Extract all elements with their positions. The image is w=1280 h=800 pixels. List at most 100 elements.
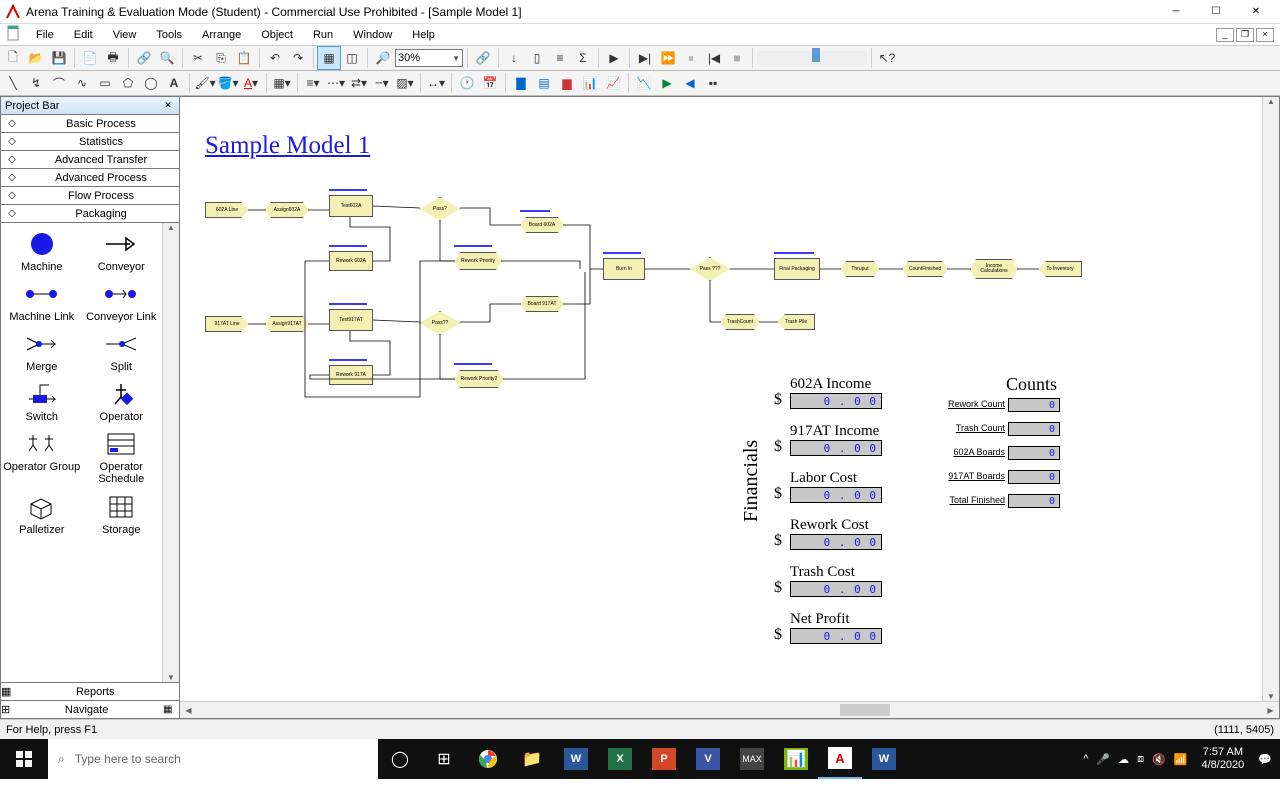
play-icon[interactable]: ▶	[603, 47, 625, 69]
taskbar-search[interactable]: ⌕Type here to search	[48, 739, 378, 779]
save-icon[interactable]: 💾	[48, 47, 70, 69]
bezier-icon[interactable]: ∿	[71, 72, 93, 94]
copy-icon[interactable]: ⎘	[210, 47, 232, 69]
powerpoint-icon[interactable]: P	[642, 739, 686, 779]
menu-view[interactable]: View	[103, 26, 147, 44]
shape-assign602a[interactable]: Assign602A	[265, 202, 309, 218]
cut-icon[interactable]: ✂	[187, 47, 209, 69]
item-machine[interactable]: Machine	[3, 229, 81, 273]
shape-917at-line[interactable]: 917AT Line	[205, 316, 249, 332]
menu-window[interactable]: Window	[343, 26, 402, 44]
shape-pass1[interactable]: Pass?	[420, 197, 460, 221]
chart4-icon[interactable]: 📊	[579, 72, 601, 94]
chart5-icon[interactable]: 📈	[602, 72, 624, 94]
speed-slider[interactable]	[757, 51, 867, 65]
zoom-icon[interactable]: 🔎	[372, 47, 394, 69]
undo-icon[interactable]: ↶	[264, 47, 286, 69]
chrome-icon[interactable]	[466, 739, 510, 779]
shape-602a-line[interactable]: 602A Line	[205, 202, 249, 218]
shape-board602a[interactable]: Board 602A	[520, 217, 564, 233]
clock-icon[interactable]: 🕐	[456, 72, 478, 94]
canvas-vscroll[interactable]: ▲▼	[1262, 97, 1279, 701]
mic-icon[interactable]: 🎤	[1096, 753, 1110, 766]
shape-test602a[interactable]: Test602A	[329, 195, 373, 217]
shape-thruput[interactable]: Thruput	[840, 261, 880, 277]
model-canvas[interactable]: ▲▼ Sample Model 1 602A Line Assign602A T…	[180, 97, 1279, 701]
cortana-icon[interactable]: ◯	[378, 739, 422, 779]
pause-icon[interactable]: ⏸	[680, 47, 702, 69]
item-conveyor[interactable]: Conveyor	[83, 229, 161, 273]
menu-file[interactable]: File	[26, 26, 64, 44]
layers-icon[interactable]: ▦	[318, 47, 340, 69]
shape-trashpile[interactable]: Trash Pile	[777, 314, 815, 330]
panel-reports[interactable]: ▦Reports	[1, 682, 179, 700]
shape-trashcount[interactable]: TrashCount	[720, 314, 760, 330]
menu-help[interactable]: Help	[402, 26, 445, 44]
print-icon[interactable]: 🖶	[102, 47, 124, 69]
text-color-icon[interactable]: A▾	[240, 72, 262, 94]
explorer-icon[interactable]: 📁	[510, 739, 554, 779]
paste-icon[interactable]: 📋	[233, 47, 255, 69]
chart8-icon[interactable]: ◀	[679, 72, 701, 94]
system-tray[interactable]: ^ 🎤 ☁ ⧈ 🔇 📶 7:57 AM4/8/2020 💬	[1075, 746, 1280, 772]
shape-burnin[interactable]: Burn In	[603, 258, 645, 280]
preview-icon[interactable]: 📄	[79, 47, 101, 69]
chart1-icon[interactable]: ▇	[510, 72, 532, 94]
ellipse-icon[interactable]: ◯	[140, 72, 162, 94]
visio-icon[interactable]: V	[686, 739, 730, 779]
arc-icon[interactable]: ⌒	[48, 72, 70, 94]
step-start-icon[interactable]: |◀	[703, 47, 725, 69]
item-switch[interactable]: Switch	[3, 379, 81, 423]
attach-icon[interactable]: 🔗	[133, 47, 155, 69]
new-icon[interactable]: 🗋	[2, 47, 24, 69]
shape-finalpack[interactable]: Final Packaging	[774, 258, 820, 280]
open-icon[interactable]: 📂	[25, 47, 47, 69]
item-merge[interactable]: Merge	[3, 329, 81, 373]
shape-toinventory[interactable]: To Inventory	[1038, 261, 1082, 277]
notifications-icon[interactable]: 💬	[1258, 753, 1272, 766]
poly-icon[interactable]: ⬠	[117, 72, 139, 94]
item-operator-schedule[interactable]: Operator Schedule	[83, 429, 161, 485]
excel-icon[interactable]: X	[598, 739, 642, 779]
rect-icon[interactable]: ▭	[94, 72, 116, 94]
chart3-icon[interactable]: ▆	[556, 72, 578, 94]
panel-advanced-transfer[interactable]: ◇Advanced Transfer	[1, 151, 179, 169]
item-palletizer[interactable]: Palletizer	[3, 492, 81, 536]
start-button[interactable]	[0, 739, 48, 779]
vars-icon[interactable]: ▯	[526, 47, 548, 69]
dropbox-icon[interactable]: ⧈	[1137, 753, 1144, 766]
fill-icon[interactable]: 🖌▾	[194, 72, 216, 94]
mdi-restore[interactable]: ❐	[1236, 28, 1254, 42]
size-icon[interactable]: ↔▾	[425, 72, 447, 94]
polyline-icon[interactable]: ↯	[25, 72, 47, 94]
item-split[interactable]: Split	[83, 329, 161, 373]
shape-pass3[interactable]: Pass ???	[690, 257, 730, 281]
arrow-style-icon[interactable]: ⇄▾	[348, 72, 370, 94]
shape-rework602a[interactable]: Rework 602A	[329, 251, 373, 271]
shape-test917at[interactable]: Test917AT	[329, 309, 373, 331]
word2-icon[interactable]: W	[862, 739, 906, 779]
arrow-down-icon[interactable]: ↓	[503, 47, 525, 69]
shape-assign917at[interactable]: Assign917AT	[265, 316, 309, 332]
maximize-button[interactable]: ☐	[1196, 0, 1236, 24]
pattern-icon[interactable]: ▦▾	[271, 72, 293, 94]
chart9-icon[interactable]: ▪▪	[702, 72, 724, 94]
shape-rework-priority2[interactable]: Rework Priority2	[454, 370, 504, 388]
stop-icon[interactable]: ■	[726, 47, 748, 69]
panel-advanced-process[interactable]: ◇Advanced Process	[1, 169, 179, 187]
hatch-icon[interactable]: ▨▾	[394, 72, 416, 94]
preview2-icon[interactable]: 🔍	[156, 47, 178, 69]
app-icon-2[interactable]: 📊	[774, 739, 818, 779]
line-style-icon[interactable]: ⋯▾	[325, 72, 347, 94]
mdi-minimize[interactable]: _	[1216, 28, 1234, 42]
item-storage[interactable]: Storage	[83, 492, 161, 536]
shape-board917at[interactable]: Board 917AT	[520, 296, 564, 312]
panel-flow-process[interactable]: ◇Flow Process	[1, 187, 179, 205]
item-operator-group[interactable]: Operator Group	[3, 429, 81, 485]
panel-basic-process[interactable]: ◇Basic Process	[1, 115, 179, 133]
mdi-close[interactable]: ×	[1256, 28, 1274, 42]
step-end-icon[interactable]: ▶|	[634, 47, 656, 69]
split-icon[interactable]: ◫	[341, 47, 363, 69]
link-icon[interactable]: 🔗	[472, 47, 494, 69]
panel-packaging[interactable]: ◇Packaging	[1, 205, 179, 223]
